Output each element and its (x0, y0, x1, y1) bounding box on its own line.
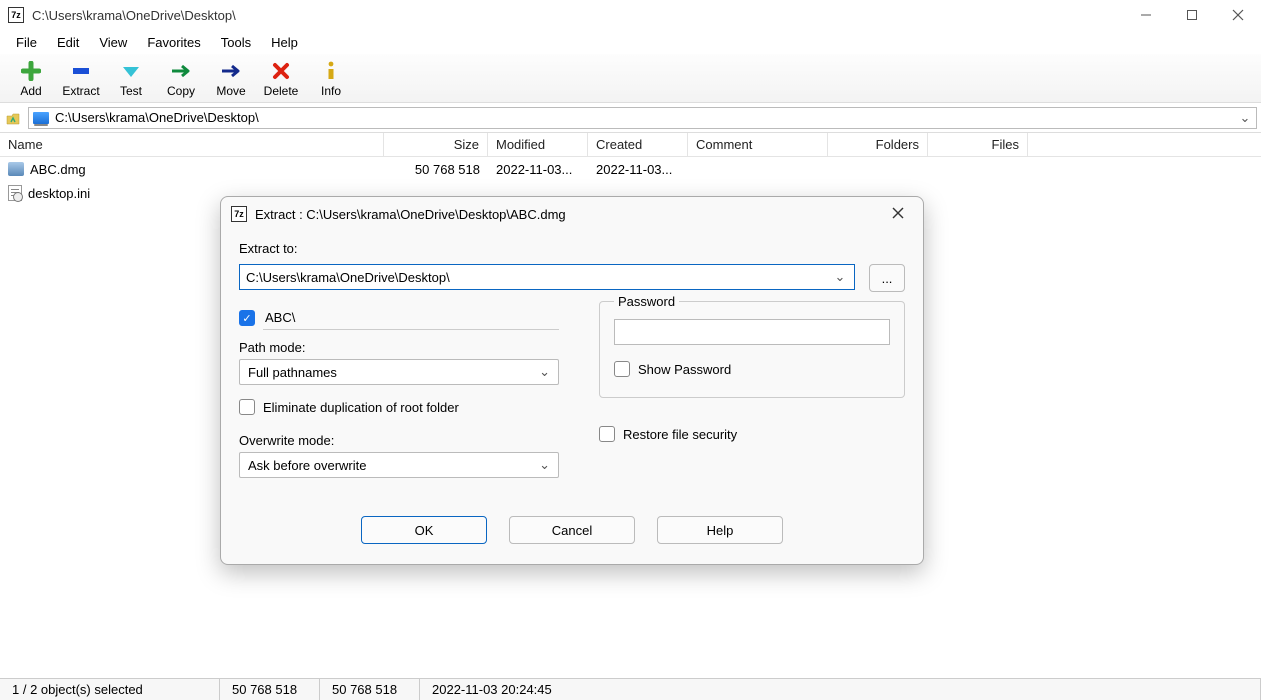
col-folders[interactable]: Folders (828, 133, 928, 156)
col-created[interactable]: Created (588, 133, 688, 156)
status-datetime: 2022-11-03 20:24:45 (420, 679, 1261, 700)
password-input[interactable] (614, 319, 890, 345)
menu-help[interactable]: Help (261, 32, 308, 53)
menu-file[interactable]: File (6, 32, 47, 53)
menu-bar: File Edit View Favorites Tools Help (0, 30, 1261, 54)
overwrite-mode-value: Ask before overwrite (248, 458, 367, 473)
overwrite-mode-select[interactable]: Ask before overwrite ⌄ (239, 452, 559, 478)
extract-to-label: Extract to: (239, 241, 905, 256)
browse-button[interactable]: ... (869, 264, 905, 292)
delete-button[interactable]: Delete (256, 58, 306, 100)
address-combo[interactable]: C:\Users\krama\OneDrive\Desktop\ ⌄ (28, 107, 1257, 129)
copy-button[interactable]: Copy (156, 58, 206, 100)
file-name: desktop.ini (28, 186, 90, 201)
close-button[interactable] (1215, 0, 1261, 30)
status-size-1: 50 768 518 (220, 679, 320, 700)
col-name[interactable]: Name (0, 133, 384, 156)
info-button[interactable]: Info (306, 58, 356, 100)
menu-tools[interactable]: Tools (211, 32, 261, 53)
up-folder-icon[interactable] (4, 109, 22, 127)
test-button[interactable]: Test (106, 58, 156, 100)
column-headers: Name Size Modified Created Comment Folde… (0, 133, 1261, 157)
subfolder-input[interactable] (263, 306, 559, 330)
eliminate-duplication-label: Eliminate duplication of root folder (263, 400, 459, 415)
extract-to-combo[interactable]: C:\Users\krama\OneDrive\Desktop\ ⌄ (239, 264, 855, 290)
dialog-title-bar: 7z Extract : C:\Users\krama\OneDrive\Des… (221, 197, 923, 231)
password-group: Password Show Password (599, 294, 905, 398)
menu-favorites[interactable]: Favorites (137, 32, 210, 53)
eliminate-duplication-checkbox[interactable] (239, 399, 255, 415)
chevron-down-icon: ⌄ (539, 364, 550, 380)
extract-to-value: C:\Users\krama\OneDrive\Desktop\ (246, 270, 832, 285)
move-button[interactable]: Move (206, 58, 256, 100)
test-icon (106, 60, 156, 82)
app-icon: 7z (8, 7, 24, 23)
col-modified[interactable]: Modified (488, 133, 588, 156)
file-created: 2022-11-03... (588, 162, 688, 177)
col-comment[interactable]: Comment (688, 133, 828, 156)
dialog-title: Extract : C:\Users\krama\OneDrive\Deskto… (255, 207, 883, 222)
file-list: Name Size Modified Created Comment Folde… (0, 133, 1261, 205)
address-path: C:\Users\krama\OneDrive\Desktop\ (55, 110, 1238, 125)
path-mode-value: Full pathnames (248, 365, 337, 380)
dmg-file-icon (8, 162, 24, 176)
delete-icon (256, 60, 306, 82)
chevron-down-icon[interactable]: ⌄ (832, 269, 848, 285)
extract-icon (56, 60, 106, 82)
chevron-down-icon: ⌄ (539, 457, 550, 473)
path-mode-select[interactable]: Full pathnames ⌄ (239, 359, 559, 385)
status-size-2: 50 768 518 (320, 679, 420, 700)
add-button[interactable]: Add (6, 58, 56, 100)
status-selection: 1 / 2 object(s) selected (0, 679, 220, 700)
address-bar: C:\Users\krama\OneDrive\Desktop\ ⌄ (0, 103, 1261, 133)
extract-dialog: 7z Extract : C:\Users\krama\OneDrive\Des… (220, 196, 924, 565)
subfolder-checkbox[interactable]: ✓ (239, 310, 255, 326)
ok-button[interactable]: OK (361, 516, 487, 544)
col-size[interactable]: Size (384, 133, 488, 156)
move-icon (206, 60, 256, 82)
col-files[interactable]: Files (928, 133, 1028, 156)
plus-icon (6, 60, 56, 82)
window-title: C:\Users\krama\OneDrive\Desktop\ (32, 8, 1123, 23)
info-icon (306, 60, 356, 82)
cancel-button[interactable]: Cancel (509, 516, 635, 544)
help-button[interactable]: Help (657, 516, 783, 544)
drive-icon (33, 112, 49, 124)
menu-view[interactable]: View (89, 32, 137, 53)
minimize-button[interactable] (1123, 0, 1169, 30)
file-row[interactable]: ABC.dmg 50 768 518 2022-11-03... 2022-11… (0, 157, 1261, 181)
restore-security-label: Restore file security (623, 427, 737, 442)
dialog-app-icon: 7z (231, 206, 247, 222)
copy-icon (156, 60, 206, 82)
file-modified: 2022-11-03... (488, 162, 588, 177)
toolbar: Add Extract Test Copy Move Delete Info (0, 54, 1261, 103)
file-size: 50 768 518 (384, 162, 488, 177)
path-mode-label: Path mode: (239, 340, 559, 355)
show-password-checkbox[interactable] (614, 361, 630, 377)
password-legend: Password (614, 294, 679, 309)
dialog-close-button[interactable] (883, 206, 913, 223)
overwrite-mode-label: Overwrite mode: (239, 433, 559, 448)
ini-file-icon (8, 185, 22, 201)
extract-button[interactable]: Extract (56, 58, 106, 100)
show-password-label: Show Password (638, 362, 731, 377)
status-bar: 1 / 2 object(s) selected 50 768 518 50 7… (0, 678, 1261, 700)
maximize-button[interactable] (1169, 0, 1215, 30)
restore-security-checkbox[interactable] (599, 426, 615, 442)
file-name: ABC.dmg (30, 162, 86, 177)
title-bar: 7z C:\Users\krama\OneDrive\Desktop\ (0, 0, 1261, 30)
menu-edit[interactable]: Edit (47, 32, 89, 53)
chevron-down-icon[interactable]: ⌄ (1238, 110, 1252, 126)
